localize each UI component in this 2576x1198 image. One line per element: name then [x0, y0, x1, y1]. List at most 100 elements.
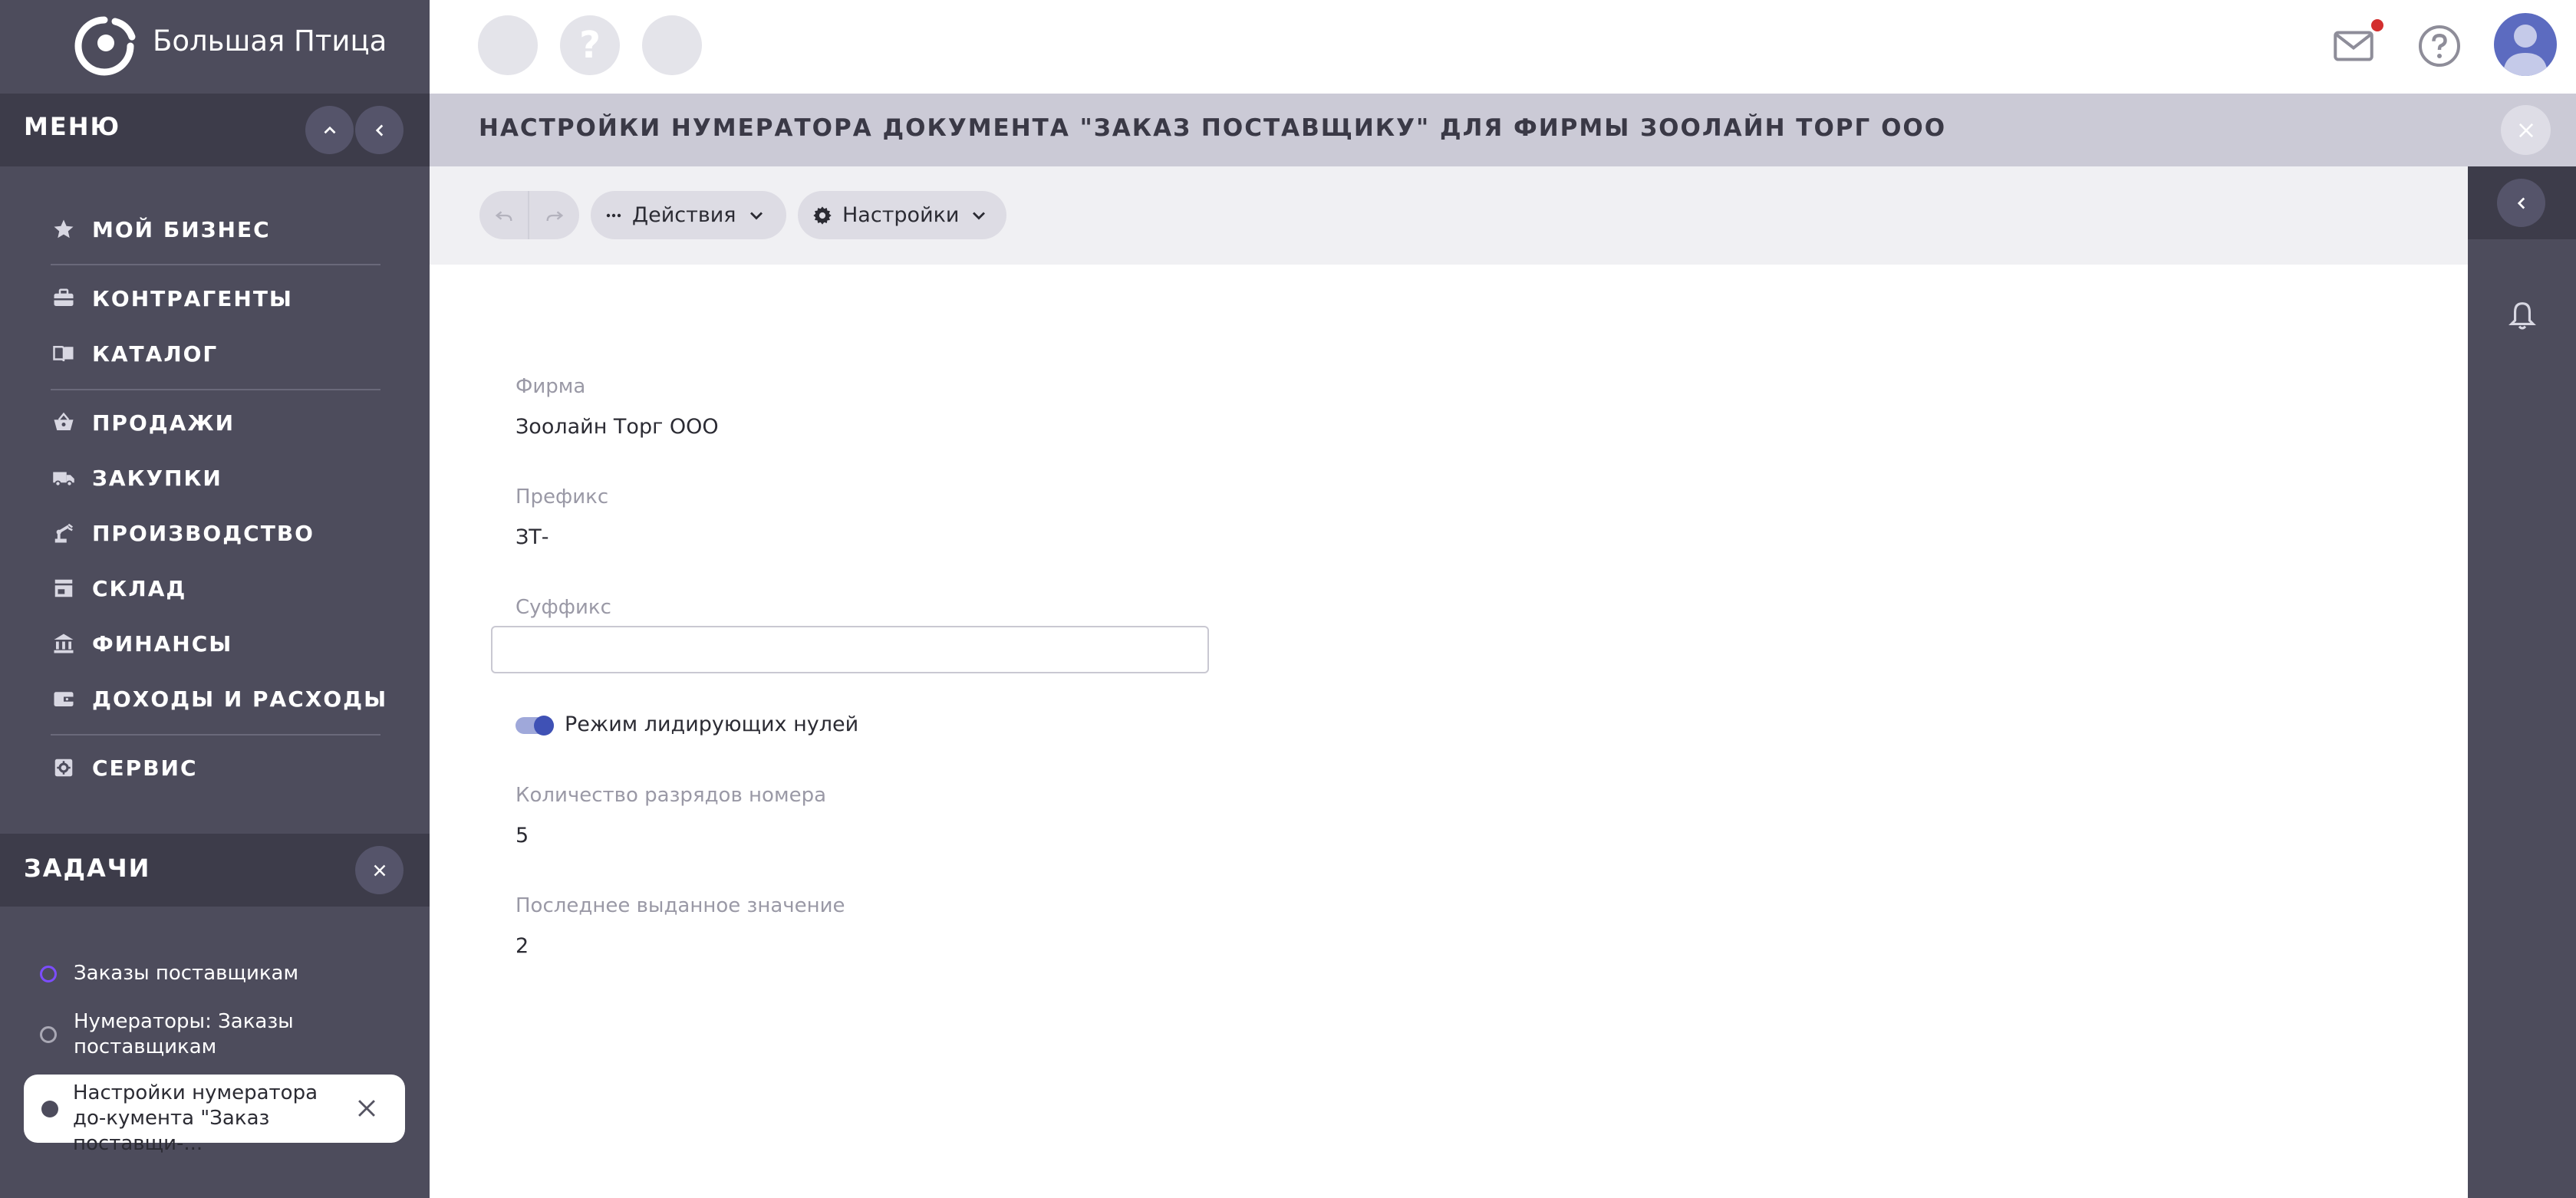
- close-tasks-button[interactable]: [355, 846, 404, 894]
- task-label: Настройки нумератора до-кумента "Заказ п…: [73, 1081, 318, 1155]
- toolbar-placeholder-button[interactable]: [478, 15, 538, 75]
- user-avatar[interactable]: [2494, 13, 2557, 76]
- last-value: 2: [516, 934, 529, 958]
- sidebar-item-label: КОНТРАГЕНТЫ: [92, 285, 293, 311]
- sidebar-item-label: ДОХОДЫ И РАСХОДЫ: [92, 686, 388, 712]
- nav-divider: [51, 734, 380, 736]
- help-placeholder-button[interactable]: ?: [560, 15, 620, 75]
- actions-dropdown-button[interactable]: Действия: [591, 191, 786, 239]
- chevron-down-icon: [973, 212, 986, 219]
- toggle-knob: [534, 716, 554, 736]
- sidebar-item-contractors[interactable]: КОНТРАГЕНТЫ: [51, 279, 293, 318]
- close-task-icon[interactable]: [354, 1095, 380, 1121]
- undo-button[interactable]: [479, 191, 529, 239]
- chevron-up-icon: [324, 126, 335, 133]
- nav-divider: [51, 389, 380, 390]
- prefix-label: Префикс: [516, 485, 609, 508]
- bank-icon: [51, 630, 77, 657]
- page-title-bar: НАСТРОЙКИ НУМЕРАТОРА ДОКУМЕНТА "ЗАКАЗ ПО…: [430, 94, 2576, 166]
- task-status-dot: [40, 1026, 57, 1043]
- sidebar-item-label: ПРОДАЖИ: [92, 410, 236, 436]
- leading-zeros-label: Режим лидирующих нулей: [565, 713, 859, 736]
- chevron-down-icon: [749, 212, 763, 219]
- close-icon: [374, 864, 385, 876]
- chevron-left-icon: [375, 124, 383, 136]
- toolbar-placeholder-button[interactable]: [642, 15, 702, 75]
- question-mark-glyph: ?: [579, 24, 601, 67]
- sidebar: Большая Птица МЕНЮ МОЙ БИЗНЕС КОНТРАГЕНТ…: [0, 0, 430, 1198]
- chevron-left-icon: [2517, 197, 2525, 209]
- wallet-icon: [51, 686, 77, 712]
- bell-icon[interactable]: [2508, 300, 2537, 334]
- settings-dropdown-button[interactable]: Настройки: [798, 191, 1006, 239]
- mail-icon[interactable]: [2331, 23, 2377, 69]
- close-page-button[interactable]: [2501, 105, 2551, 155]
- task-item[interactable]: Нумераторы: Заказы поставщикам: [40, 1009, 304, 1060]
- sidebar-item-service[interactable]: СЕРВИС: [51, 749, 198, 787]
- firm-label: Фирма: [516, 375, 586, 398]
- sidebar-item-label: ФИНАНСЫ: [92, 630, 233, 657]
- firm-value: Зоолайн Торг ООО: [516, 415, 719, 439]
- sidebar-item-label: СКЛАД: [92, 575, 187, 601]
- prefix-value: ЗТ-: [516, 525, 549, 549]
- hide-sidebar-button[interactable]: [355, 106, 404, 154]
- top-bar: [430, 0, 2576, 94]
- briefcase-icon: [51, 285, 77, 311]
- robot-arm-icon: [51, 520, 77, 546]
- sidebar-item-sales[interactable]: ПРОДАЖИ: [51, 403, 235, 442]
- help-icon[interactable]: [2416, 23, 2462, 69]
- store-icon: [51, 575, 77, 601]
- task-label: Нумераторы: Заказы поставщикам: [74, 1010, 294, 1058]
- actions-label: Действия: [632, 203, 736, 227]
- sidebar-item-catalog[interactable]: КАТАЛОГ: [51, 334, 218, 373]
- star-icon: [51, 216, 77, 242]
- right-panel-header: [2468, 166, 2576, 239]
- brand-name: Большая Птица: [153, 25, 387, 58]
- sidebar-item-finance[interactable]: ФИНАНСЫ: [51, 624, 232, 663]
- gear-icon: [813, 206, 832, 225]
- undo-redo-group: [479, 191, 579, 239]
- service-icon: [51, 755, 77, 781]
- undo-icon: [495, 210, 512, 221]
- sidebar-item-label: ПРОИЗВОДСТВО: [92, 520, 315, 546]
- sidebar-item-label: МОЙ БИЗНЕС: [92, 216, 271, 242]
- collapse-menu-button[interactable]: [305, 106, 354, 154]
- last-value-label: Последнее выданное значение: [516, 894, 845, 917]
- expand-right-panel-button[interactable]: [2497, 179, 2545, 227]
- digits-label: Количество разрядов номера: [516, 784, 827, 807]
- sidebar-item-warehouse[interactable]: СКЛАД: [51, 569, 186, 607]
- task-item[interactable]: Заказы поставщикам: [40, 961, 298, 986]
- sidebar-item-label: КАТАЛОГ: [92, 341, 219, 367]
- sidebar-item-label: СЕРВИС: [92, 755, 198, 781]
- close-icon: [2518, 123, 2533, 137]
- tasks-header: ЗАДАЧИ: [0, 834, 430, 907]
- redo-button[interactable]: [529, 191, 579, 239]
- suffix-label: Суффикс: [516, 596, 611, 619]
- notification-dot: [2371, 19, 2383, 31]
- logo-icon: [74, 16, 136, 76]
- task-status-dot: [40, 966, 57, 982]
- menu-header: МЕНЮ: [0, 94, 430, 166]
- menu-title: МЕНЮ: [24, 112, 121, 141]
- truck-icon: [51, 465, 77, 491]
- sidebar-item-label: ЗАКУПКИ: [92, 465, 222, 491]
- sidebar-item-purchases[interactable]: ЗАКУПКИ: [51, 459, 222, 497]
- sidebar-item-my-business[interactable]: МОЙ БИЗНЕС: [51, 210, 271, 248]
- tasks-title: ЗАДАЧИ: [24, 854, 151, 883]
- redo-icon: [546, 210, 563, 221]
- suffix-input[interactable]: [491, 626, 1209, 673]
- nav-divider: [51, 264, 380, 265]
- logo[interactable]: Большая Птица: [0, 0, 430, 94]
- digits-value: 5: [516, 824, 529, 847]
- toolbar: Действия Настройки: [430, 166, 2468, 265]
- sidebar-item-income-expenses[interactable]: ДОХОДЫ И РАСХОДЫ: [51, 680, 387, 718]
- settings-label: Настройки: [842, 203, 960, 227]
- more-dots-icon: [606, 213, 621, 217]
- task-label: Заказы поставщикам: [74, 962, 299, 985]
- leading-zeros-toggle[interactable]: [516, 716, 554, 736]
- sidebar-item-production[interactable]: ПРОИЗВОДСТВО: [51, 514, 315, 552]
- task-item-current[interactable]: Настройки нумератора до-кумента "Заказ п…: [24, 1075, 405, 1155]
- page-title: НАСТРОЙКИ НУМЕРАТОРА ДОКУМЕНТА "ЗАКАЗ ПО…: [479, 114, 1947, 142]
- book-icon: [51, 341, 77, 367]
- basket-icon: [51, 410, 77, 436]
